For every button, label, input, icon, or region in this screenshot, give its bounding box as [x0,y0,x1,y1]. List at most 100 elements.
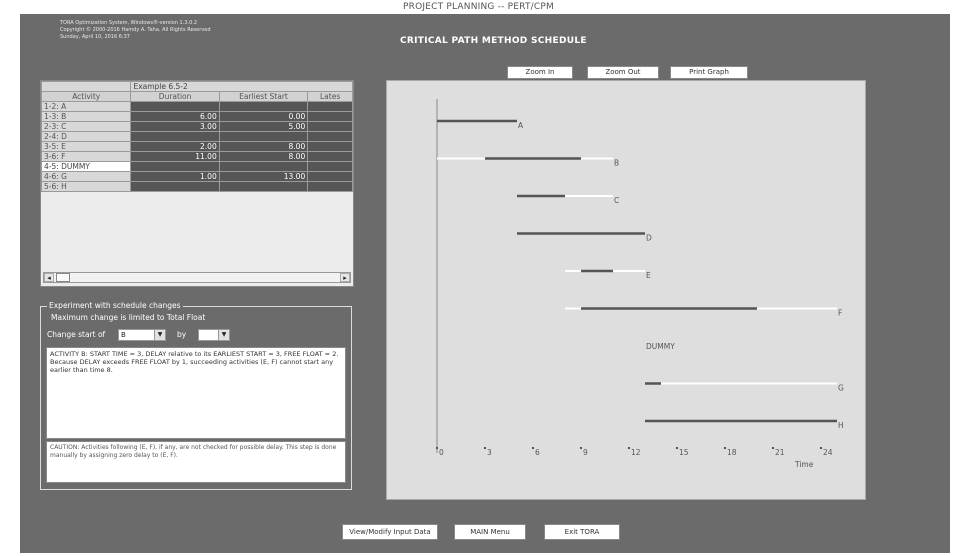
activity-cell: 5-6: H [40,181,132,192]
duration-cell: 11.00 [130,151,220,162]
latest-cell [307,171,353,182]
example-label: Example 6.5-2 [130,81,353,92]
copyright-line: TORA Optimization System, Windows®-versi… [60,20,198,26]
copyright-line: Copyright © 2000-2016 Hamdy A. Taha. All… [60,27,211,33]
table-row[interactable]: 3-6: F 11.00 8.00 [40,151,353,162]
column-header[interactable]: Lates [307,91,353,102]
copyright-line: Sunday, April 10, 2016 6:37 [60,34,130,40]
scroll-left-icon[interactable]: ◂ [44,273,54,282]
latest-cell [307,101,353,112]
scroll-right-icon[interactable]: ▸ [340,273,350,282]
table-row[interactable]: 4-5: DUMMY [40,161,353,172]
earliest-start-cell: 0.00 [218,111,309,122]
zoom-out-button[interactable]: Zoom Out [587,66,659,79]
message-box: ACTIVITY B: START TIME = 3, DELAY relati… [46,347,346,439]
scroll-thumb[interactable] [56,273,70,282]
cpm-chart-svg: 0 3 6 9 12 15 18 21 24 Time A B C D E F DUMMY G H [435,99,844,469]
x-tick-mark [627,446,631,450]
earliest-start-cell [218,181,309,192]
x-tick-label: 21 [775,448,785,457]
x-tick-mark [483,446,487,450]
horizontal-scrollbar[interactable]: ◂ ▸ [43,272,351,283]
x-tick-label: 15 [679,448,689,457]
activity-label: E [646,271,651,280]
column-header[interactable]: Duration [130,91,220,102]
duration-cell: 6.00 [130,111,220,122]
table-row[interactable]: 1-3: B 6.00 0.00 [40,111,353,122]
grid-corner [40,81,132,92]
x-tick-label: 12 [631,448,641,457]
activity-cell: 1-2: A [40,101,132,112]
activity-label: H [838,421,844,430]
change-start-label: Change start of [47,330,106,339]
earliest-start-cell: 5.00 [218,121,309,132]
schedule-title: CRITICAL PATH METHOD SCHEDULE [400,36,587,46]
x-tick-mark [531,446,535,450]
table-row[interactable]: 5-6: H [40,181,353,192]
table-row[interactable]: 2-4: D [40,131,353,142]
x-tick-mark [723,446,727,450]
duration-cell [130,181,220,192]
x-tick-label: 18 [727,448,737,457]
activity-cell: 4-5: DUMMY [40,161,132,172]
table-row[interactable]: 4-6: G 1.00 13.00 [40,171,353,182]
column-header[interactable]: Earliest Start [218,91,309,102]
chevron-down-icon[interactable]: ▼ [218,330,229,340]
activity-label: G [838,384,844,393]
activity-label: A [518,121,524,130]
caution-box: CAUTION: Activities following (E, F), if… [46,441,346,483]
x-tick-mark [819,446,823,450]
earliest-start-cell: 8.00 [218,141,309,152]
earliest-start-cell: 13.00 [218,171,309,182]
x-tick-mark [771,446,775,450]
max-change-text: Maximum change is limited to Total Float [51,313,206,322]
earliest-start-cell [218,131,309,142]
activity-grid[interactable]: Example 6.5-2 Activity Duration Earliest… [40,80,354,287]
x-tick-label: 3 [487,448,492,457]
chevron-down-icon[interactable]: ▼ [154,330,165,340]
x-tick-label: 9 [583,448,588,457]
experiment-panel: Experiment with schedule changes Maximum… [40,301,352,490]
page-title: PROJECT PLANNING -- PERT/CPM [403,2,554,12]
modify-input-button[interactable]: View/Modify Input Data [342,524,438,540]
column-header[interactable]: Activity [40,91,132,102]
x-tick-mark [579,446,583,450]
table-row[interactable]: 3-5: E 2.00 8.00 [40,141,353,152]
tora-window: TORA Optimization System, Windows®-versi… [20,14,950,553]
earliest-start-cell: 8.00 [218,151,309,162]
duration-cell: 1.00 [130,171,220,182]
activity-table: Example 6.5-2 Activity Duration Earliest… [40,81,353,192]
activity-label: F [838,309,842,318]
activity-select[interactable]: B ▼ [118,329,166,341]
latest-cell [307,111,353,122]
x-axis-label: Time [794,460,814,469]
latest-cell [307,161,353,172]
duration-cell [130,131,220,142]
duration-cell: 2.00 [130,141,220,152]
x-tick-label: 0 [439,448,444,457]
latest-cell [307,151,353,162]
activity-cell: 3-5: E [40,141,132,152]
x-tick-mark [675,446,679,450]
table-row[interactable]: 2-3: C 3.00 5.00 [40,121,353,132]
exit-tora-button[interactable]: Exit TORA [544,524,620,540]
print-graph-button[interactable]: Print Graph [670,66,748,79]
latest-cell [307,181,353,192]
table-row[interactable]: 1-2: A [40,101,353,112]
zoom-in-button[interactable]: Zoom In [507,66,573,79]
activity-cell: 2-3: C [40,121,132,132]
delay-select[interactable]: ▼ [198,329,230,341]
activity-cell: 2-4: D [40,131,132,142]
x-tick-label: 24 [823,448,833,457]
activity-label: DUMMY [646,342,675,351]
duration-cell [130,161,220,172]
by-label: by [177,330,187,339]
cpm-chart: 0 3 6 9 12 15 18 21 24 Time A B C D E F DUMMY G H [386,80,866,500]
copyright-block: TORA Optimization System, Windows®-versi… [60,20,211,41]
main-menu-button[interactable]: MAIN Menu [454,524,526,540]
latest-cell [307,131,353,142]
activity-cell: 4-6: G [40,171,132,182]
experiment-legend: Experiment with schedule changes [47,301,183,310]
duration-cell: 3.00 [130,121,220,132]
latest-cell [307,121,353,132]
